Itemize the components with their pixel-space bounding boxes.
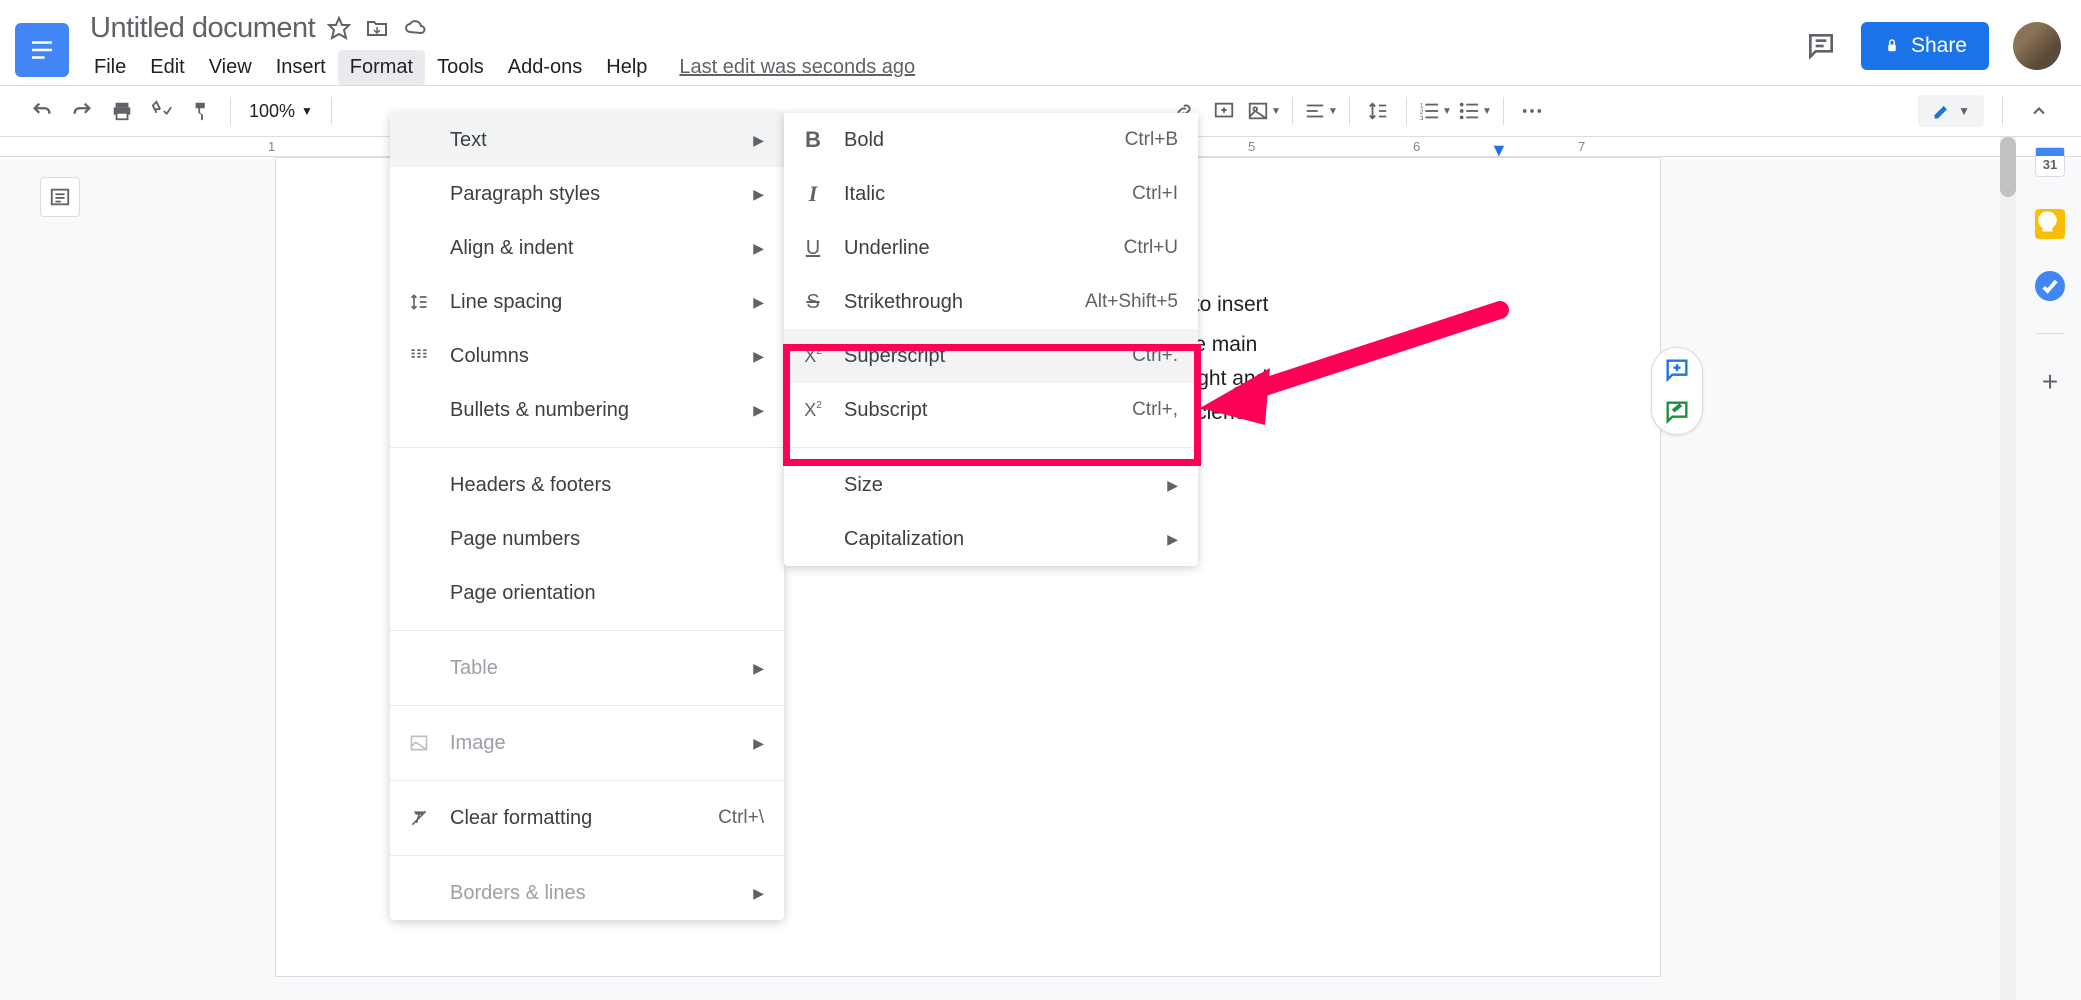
image-icon	[406, 733, 432, 753]
align-button[interactable]: ▼	[1303, 93, 1339, 129]
line-spacing-button[interactable]	[1360, 93, 1396, 129]
format-bullets-numbering[interactable]: Bullets & numbering▶	[390, 383, 784, 437]
text-subscript[interactable]: X2SubscriptCtrl+,	[784, 383, 1198, 437]
text-superscript[interactable]: X2SuperscriptCtrl+.	[784, 329, 1198, 383]
strikethrough-icon: S	[800, 291, 826, 314]
menu-addons[interactable]: Add-ons	[496, 50, 595, 85]
menu-tools[interactable]: Tools	[425, 50, 496, 85]
format-columns[interactable]: Columns▶	[390, 329, 784, 383]
bold-icon: B	[800, 127, 826, 153]
insert-comment-button[interactable]	[1206, 93, 1242, 129]
numbered-list-button[interactable]: 123▼	[1417, 93, 1453, 129]
format-clear-formatting[interactable]: Clear formattingCtrl+\	[390, 791, 784, 845]
format-paragraph-styles[interactable]: Paragraph styles▶	[390, 167, 784, 221]
tasks-app-icon[interactable]	[2035, 271, 2065, 301]
spellcheck-button[interactable]	[144, 93, 180, 129]
document-title[interactable]: Untitled document	[90, 12, 315, 45]
subscript-icon: X2	[800, 400, 826, 421]
menu-file[interactable]: File	[82, 50, 138, 85]
format-borders-lines: Borders & lines▶	[390, 866, 784, 920]
edit-status[interactable]: Last edit was seconds ago	[679, 56, 915, 79]
format-menu-dropdown: Text▶ Paragraph styles▶ Align & indent▶ …	[390, 113, 784, 920]
menu-format[interactable]: Format	[338, 50, 425, 85]
menu-help[interactable]: Help	[594, 50, 659, 85]
format-headers-footers[interactable]: Headers & footers	[390, 458, 784, 512]
docs-logo[interactable]	[15, 23, 69, 77]
insert-image-button[interactable]: ▼	[1246, 93, 1282, 129]
editing-mode-button[interactable]: ▼	[1918, 95, 1984, 127]
more-tools-button[interactable]	[1514, 93, 1550, 129]
redo-button[interactable]	[64, 93, 100, 129]
outline-button[interactable]	[40, 177, 80, 217]
share-label: Share	[1911, 34, 1967, 58]
cloud-icon[interactable]	[403, 16, 429, 40]
collapse-button[interactable]	[2021, 93, 2057, 129]
menu-view[interactable]: View	[197, 50, 264, 85]
format-image: Image▶	[390, 716, 784, 770]
add-comment-button[interactable]	[1663, 356, 1691, 384]
format-table: Table▶	[390, 641, 784, 695]
zoom-select[interactable]: 100%▼	[241, 101, 321, 122]
share-button[interactable]: Share	[1861, 22, 1989, 70]
text-italic[interactable]: IItalicCtrl+I	[784, 167, 1198, 221]
format-page-numbers[interactable]: Page numbers	[390, 512, 784, 566]
star-icon[interactable]	[327, 16, 351, 40]
format-page-orientation[interactable]: Page orientation	[390, 566, 784, 620]
text-capitalization[interactable]: Capitalization▶	[784, 512, 1198, 566]
add-sidebar-button[interactable]: +	[2042, 366, 2058, 398]
text-strikethrough[interactable]: SStrikethroughAlt+Shift+5	[784, 275, 1198, 329]
undo-button[interactable]	[24, 93, 60, 129]
format-text[interactable]: Text▶	[390, 113, 784, 167]
keep-app-icon[interactable]	[2035, 209, 2065, 239]
format-line-spacing[interactable]: Line spacing▶	[390, 275, 784, 329]
menu-insert[interactable]: Insert	[264, 50, 338, 85]
text-bold[interactable]: BBoldCtrl+B	[784, 113, 1198, 167]
menu-edit[interactable]: Edit	[138, 50, 196, 85]
suggest-edit-button[interactable]	[1663, 398, 1691, 426]
superscript-icon: X2	[800, 346, 826, 367]
bulleted-list-button[interactable]: ▼	[1457, 93, 1493, 129]
paint-format-button[interactable]	[184, 93, 220, 129]
print-button[interactable]	[104, 93, 140, 129]
clear-format-icon	[406, 808, 432, 828]
calendar-app-icon[interactable]: 31	[2035, 147, 2065, 177]
scrollbar[interactable]	[2000, 137, 2016, 1000]
columns-icon	[406, 346, 432, 366]
italic-icon: I	[800, 181, 826, 207]
avatar[interactable]	[2013, 22, 2061, 70]
comments-icon[interactable]	[1805, 30, 1837, 62]
move-icon[interactable]	[365, 16, 389, 40]
format-align-indent[interactable]: Align & indent▶	[390, 221, 784, 275]
text-underline[interactable]: UUnderlineCtrl+U	[784, 221, 1198, 275]
text-submenu-dropdown: BBoldCtrl+B IItalicCtrl+I UUnderlineCtrl…	[784, 113, 1198, 566]
line-spacing-icon	[406, 292, 432, 312]
svg-text:3: 3	[1420, 115, 1424, 122]
text-size[interactable]: Size▶	[784, 458, 1198, 512]
underline-icon: U	[800, 237, 826, 260]
